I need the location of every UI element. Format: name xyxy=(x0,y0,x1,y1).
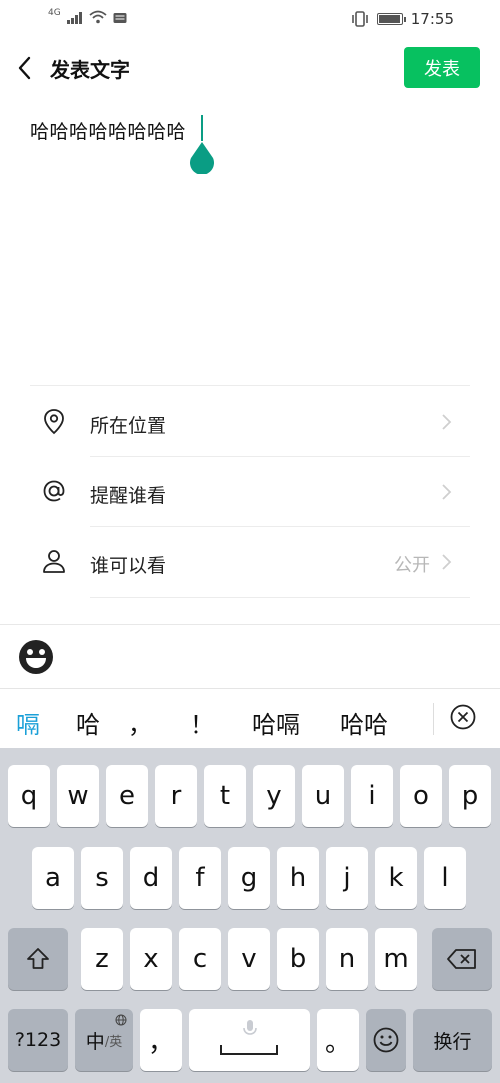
chevron-right-icon xyxy=(442,414,452,430)
backspace-key[interactable] xyxy=(432,928,492,990)
signal-indicators: 4G xyxy=(48,8,127,24)
person-icon xyxy=(43,550,65,573)
option-label: 提醒谁看 xyxy=(90,485,167,507)
key-g[interactable]: g xyxy=(228,847,270,909)
key-c[interactable]: c xyxy=(179,928,221,990)
divider xyxy=(30,385,470,386)
key-l[interactable]: l xyxy=(424,847,466,909)
keyboard-status-icon xyxy=(113,13,127,23)
back-arrow-icon[interactable] xyxy=(14,52,38,84)
microphone-icon xyxy=(243,1020,257,1035)
option-location[interactable]: 所在位置 xyxy=(30,387,470,457)
key-t[interactable]: t xyxy=(204,765,246,827)
post-text-input[interactable]: 哈哈哈哈哈哈哈哈 xyxy=(30,117,186,144)
backspace-icon xyxy=(447,949,476,969)
period-key[interactable]: 。 xyxy=(317,1009,359,1071)
key-s[interactable]: s xyxy=(81,847,123,909)
candidate-word[interactable]: ， xyxy=(128,705,152,740)
language-sub-label: /英 xyxy=(104,1034,123,1050)
divider xyxy=(90,597,470,598)
key-m[interactable]: m xyxy=(375,928,417,990)
keyboard: q w e r t y u i o p a s d f g h j k l z … xyxy=(0,748,500,1083)
key-p[interactable]: p xyxy=(449,765,491,827)
key-q[interactable]: q xyxy=(8,765,50,827)
clock: 17:55 xyxy=(410,10,454,28)
candidate-word[interactable]: ！ xyxy=(190,705,214,740)
emoji-key[interactable] xyxy=(366,1009,406,1071)
cursor-handle[interactable] xyxy=(189,142,215,174)
key-h[interactable]: h xyxy=(277,847,319,909)
numbers-key[interactable]: ?123 xyxy=(8,1009,68,1071)
signal-icon xyxy=(66,12,83,24)
status-bar: 4G 17:55 xyxy=(0,0,500,40)
shift-icon xyxy=(27,948,49,969)
candidate-word[interactable]: 哈哈 xyxy=(340,705,388,740)
comma-key[interactable]: ， xyxy=(140,1009,182,1071)
key-b[interactable]: b xyxy=(277,928,319,990)
key-j[interactable]: j xyxy=(326,847,368,909)
enter-key[interactable]: 换行 xyxy=(413,1009,492,1071)
smiley-icon xyxy=(373,1027,399,1053)
wifi-icon xyxy=(89,10,107,24)
key-y[interactable]: y xyxy=(253,765,295,827)
space-bar-icon xyxy=(220,1045,278,1055)
publish-button[interactable]: 发表 xyxy=(404,47,480,88)
option-label: 谁可以看 xyxy=(90,555,167,577)
chevron-right-icon xyxy=(442,484,452,500)
shift-key[interactable] xyxy=(8,928,68,990)
text-cursor xyxy=(201,115,203,141)
visibility-value: 公开 xyxy=(394,555,430,576)
emoji-icon[interactable] xyxy=(18,639,54,675)
option-visibility[interactable]: 谁可以看 公开 xyxy=(30,527,470,597)
top-bar: 发表文字 发表 xyxy=(0,44,500,92)
key-z[interactable]: z xyxy=(81,928,123,990)
candidate-separator xyxy=(433,703,434,735)
key-k[interactable]: k xyxy=(375,847,417,909)
key-u[interactable]: u xyxy=(302,765,344,827)
at-sign-icon xyxy=(43,480,65,502)
candidate-word[interactable]: 哈嗝 xyxy=(252,705,300,740)
close-candidates-icon[interactable] xyxy=(450,704,476,730)
battery-icon xyxy=(376,13,406,25)
key-a[interactable]: a xyxy=(32,847,74,909)
key-v[interactable]: v xyxy=(228,928,270,990)
location-pin-icon xyxy=(44,409,64,435)
key-i[interactable]: i xyxy=(351,765,393,827)
key-e[interactable]: e xyxy=(106,765,148,827)
network-type-label: 4G xyxy=(48,8,61,18)
option-mention[interactable]: 提醒谁看 xyxy=(30,457,470,527)
key-o[interactable]: o xyxy=(400,765,442,827)
candidate-bar: 嗝 哈 ， ！ 哈嗝 哈哈 xyxy=(0,688,500,748)
vibrate-icon xyxy=(351,11,368,27)
chevron-right-icon xyxy=(442,554,452,570)
language-switch-key[interactable]: 中 /英 xyxy=(75,1009,133,1071)
emoji-bar xyxy=(0,624,500,688)
globe-icon xyxy=(115,1014,127,1026)
candidate-word[interactable]: 嗝 xyxy=(16,705,40,740)
key-f[interactable]: f xyxy=(179,847,221,909)
key-n[interactable]: n xyxy=(326,928,368,990)
space-key[interactable] xyxy=(189,1009,310,1071)
key-r[interactable]: r xyxy=(155,765,197,827)
key-x[interactable]: x xyxy=(130,928,172,990)
option-label: 所在位置 xyxy=(90,415,167,437)
key-d[interactable]: d xyxy=(130,847,172,909)
candidate-word[interactable]: 哈 xyxy=(76,705,100,740)
language-main-label: 中 xyxy=(85,1030,105,1053)
key-w[interactable]: w xyxy=(57,765,99,827)
page-title: 发表文字 xyxy=(50,58,130,82)
